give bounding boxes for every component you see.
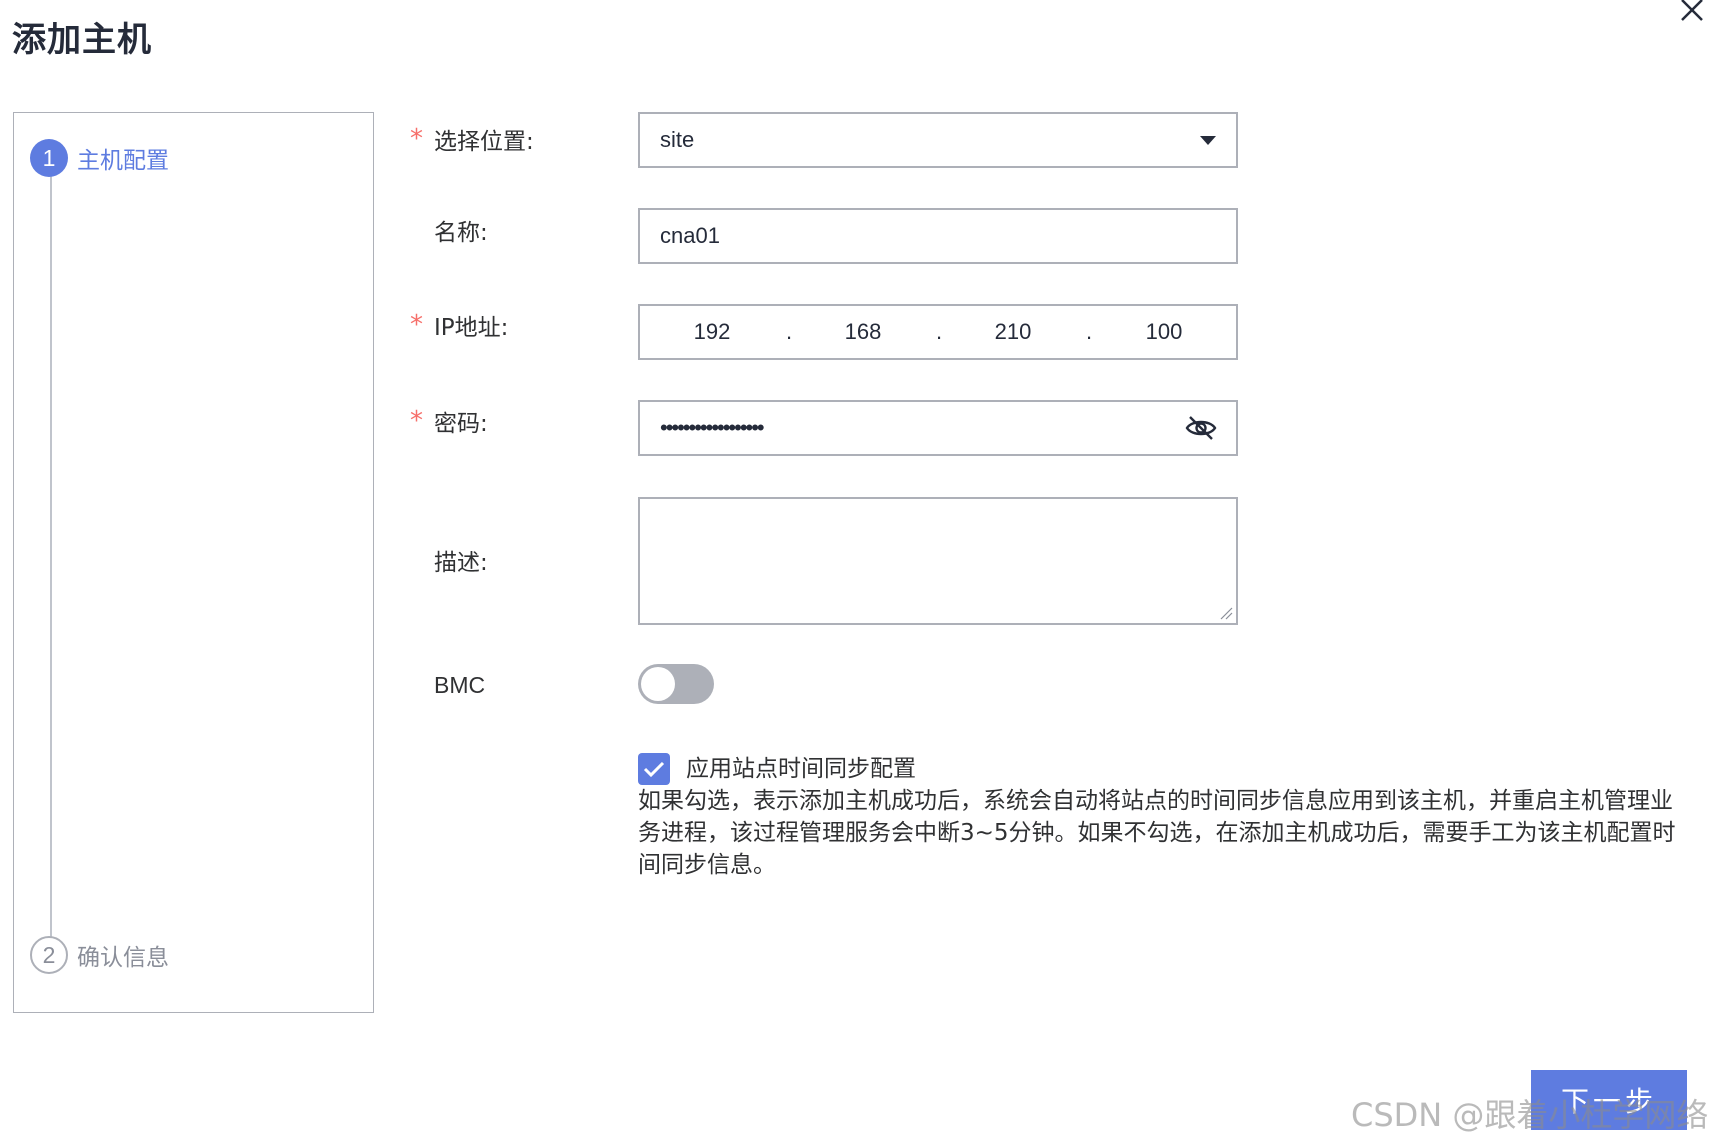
dialog-title: 添加主机 bbox=[12, 20, 152, 60]
name-value: cna01 bbox=[660, 223, 720, 248]
ip-segment-1[interactable]: 192 bbox=[672, 306, 752, 358]
step-number: 1 bbox=[30, 139, 68, 177]
ip-input[interactable]: 192 . 168 . 210 . 100 bbox=[638, 304, 1238, 360]
required-mark: * bbox=[410, 310, 423, 340]
location-select[interactable]: site bbox=[638, 112, 1238, 168]
password-input[interactable]: •••••••••••••••••• bbox=[638, 400, 1238, 456]
checkmark-icon bbox=[643, 761, 665, 778]
step-host-config: 1 主机配置 bbox=[30, 139, 169, 177]
step-connector bbox=[50, 175, 52, 941]
time-sync-label[interactable]: 应用站点时间同步配置 bbox=[686, 753, 916, 785]
resize-handle-icon[interactable] bbox=[1219, 606, 1233, 620]
close-icon[interactable] bbox=[1678, 0, 1706, 24]
ip-label: IP地址: bbox=[434, 315, 509, 341]
step-label: 确认信息 bbox=[77, 945, 169, 971]
step-label: 主机配置 bbox=[77, 148, 169, 174]
bmc-label: BMC bbox=[434, 672, 486, 698]
eye-off-icon[interactable] bbox=[1184, 414, 1218, 442]
location-label: 选择位置: bbox=[434, 129, 534, 155]
time-sync-help-text: 如果勾选，表示添加主机成功后，系统会自动将站点的时间同步信息应用到该主机，并重启… bbox=[638, 788, 1676, 878]
name-label: 名称: bbox=[434, 220, 488, 246]
ip-separator: . bbox=[1086, 319, 1093, 344]
description-textarea[interactable] bbox=[638, 497, 1238, 625]
step-number: 2 bbox=[30, 936, 68, 974]
bmc-toggle[interactable] bbox=[638, 664, 714, 704]
required-mark: * bbox=[410, 406, 423, 436]
name-input[interactable]: cna01 bbox=[638, 208, 1238, 264]
ip-separator: . bbox=[786, 319, 793, 344]
ip-segment-2[interactable]: 168 bbox=[823, 306, 903, 358]
chevron-down-icon[interactable] bbox=[1200, 136, 1216, 145]
time-sync-checkbox[interactable] bbox=[638, 753, 670, 785]
ip-segment-3[interactable]: 210 bbox=[973, 306, 1053, 358]
location-value: site bbox=[660, 127, 695, 152]
ip-separator: . bbox=[936, 319, 943, 344]
password-label: 密码: bbox=[434, 411, 488, 437]
step-confirm-info: 2 确认信息 bbox=[30, 936, 169, 974]
description-label: 描述: bbox=[434, 550, 488, 576]
password-value: •••••••••••••••••• bbox=[660, 415, 765, 440]
ip-segment-4[interactable]: 100 bbox=[1124, 306, 1204, 358]
toggle-knob bbox=[641, 667, 675, 701]
required-mark: * bbox=[410, 124, 423, 154]
steps-panel: 1 主机配置 2 确认信息 bbox=[13, 112, 374, 1013]
next-button[interactable]: 下一步 bbox=[1531, 1070, 1687, 1130]
